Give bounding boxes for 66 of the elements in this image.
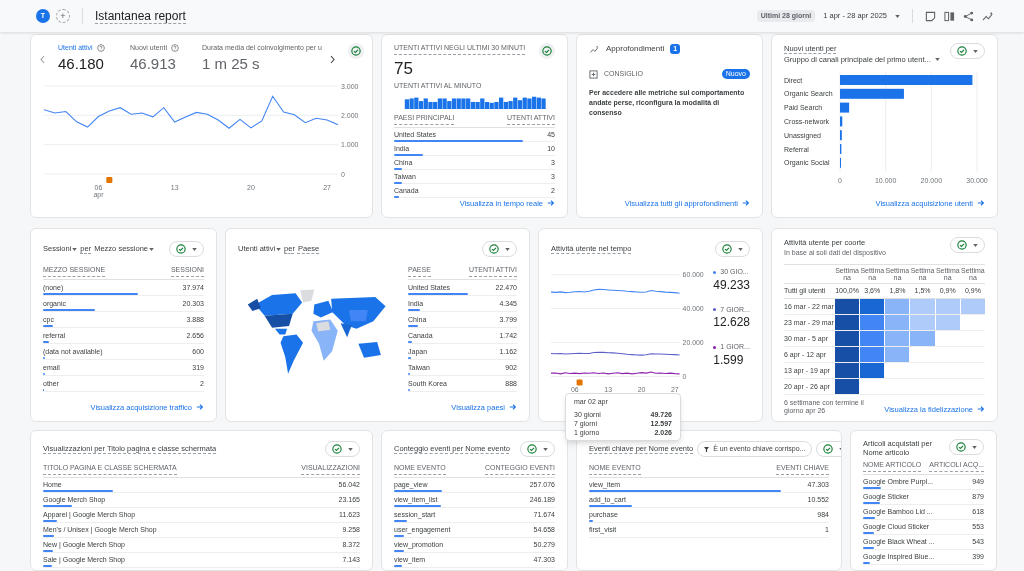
check-circle-icon bbox=[957, 46, 967, 56]
check-circle-icon bbox=[527, 444, 537, 454]
caret-icon bbox=[973, 49, 978, 53]
arrow-right-icon bbox=[196, 403, 204, 412]
check-circle-icon bbox=[823, 444, 834, 454]
trend-sparkle-icon[interactable] bbox=[982, 10, 994, 22]
arrow-right-icon bbox=[977, 199, 985, 208]
check-circle-icon bbox=[956, 442, 966, 452]
legend-value: 1.599 bbox=[713, 352, 745, 368]
check-circle-icon bbox=[351, 46, 361, 56]
share-icon[interactable] bbox=[963, 10, 974, 22]
active-users-count: 75 bbox=[394, 59, 414, 79]
chart-bar bbox=[840, 88, 904, 99]
annotation-icon[interactable] bbox=[106, 176, 113, 183]
caret-icon bbox=[895, 14, 900, 18]
caret-icon bbox=[72, 247, 78, 251]
annotation-icon[interactable] bbox=[576, 379, 583, 386]
legend-value: 12.628 bbox=[713, 315, 750, 330]
check-circle-icon bbox=[489, 244, 499, 254]
chart-bar bbox=[840, 102, 850, 113]
help-icon[interactable] bbox=[170, 44, 179, 53]
trend-sparkle-icon bbox=[589, 44, 600, 54]
comparison-menu-button[interactable] bbox=[325, 441, 360, 457]
comparison-menu-button[interactable] bbox=[520, 441, 555, 457]
filter-icon bbox=[704, 446, 710, 452]
comparison-menu-button[interactable] bbox=[169, 241, 204, 257]
comparison-menu-button[interactable] bbox=[816, 441, 841, 457]
metric-value: 46.913 bbox=[130, 53, 176, 74]
report-title: Istantanea report bbox=[95, 8, 186, 24]
chevron-right-icon[interactable] bbox=[329, 55, 336, 64]
metric-value: 46.180 bbox=[58, 53, 104, 74]
status-button[interactable] bbox=[539, 43, 555, 59]
arrow-right-icon bbox=[977, 405, 985, 414]
comparison-menu-button[interactable] bbox=[950, 237, 985, 253]
comparison-menu-button[interactable] bbox=[950, 43, 985, 59]
caret-icon bbox=[276, 247, 282, 251]
note-icon[interactable] bbox=[925, 10, 936, 22]
check-circle-icon bbox=[176, 244, 186, 254]
metric-value: 1 m 25 s bbox=[202, 53, 260, 74]
comparison-menu-button[interactable] bbox=[949, 439, 984, 455]
caret-icon bbox=[192, 247, 197, 251]
caret-icon bbox=[149, 247, 154, 251]
comparison-menu-button[interactable] bbox=[482, 241, 517, 257]
check-circle-icon bbox=[542, 46, 552, 56]
check-circle-icon bbox=[722, 244, 732, 254]
chevron-left-icon[interactable] bbox=[39, 55, 46, 64]
caret-icon bbox=[934, 58, 940, 62]
arrow-right-icon bbox=[547, 199, 555, 208]
arrow-right-icon bbox=[509, 403, 517, 412]
caret-icon bbox=[348, 447, 353, 451]
caret-icon bbox=[738, 247, 743, 251]
compare-columns-icon[interactable] bbox=[944, 10, 955, 22]
check-circle-icon bbox=[332, 444, 342, 454]
comparison-menu-button[interactable] bbox=[715, 241, 750, 257]
check-circle-icon bbox=[957, 240, 967, 250]
caret-icon bbox=[972, 445, 977, 449]
arrow-right-icon bbox=[742, 199, 750, 208]
chart-bar bbox=[840, 115, 843, 126]
status-button[interactable] bbox=[348, 43, 364, 59]
caret-icon bbox=[973, 243, 978, 247]
help-icon[interactable] bbox=[96, 44, 105, 53]
caret-icon bbox=[505, 247, 510, 251]
card-title: Approfondimenti bbox=[606, 43, 665, 55]
legend-value: 49.233 bbox=[713, 277, 750, 293]
plus-box-icon bbox=[589, 69, 598, 79]
caret-icon bbox=[543, 447, 548, 451]
